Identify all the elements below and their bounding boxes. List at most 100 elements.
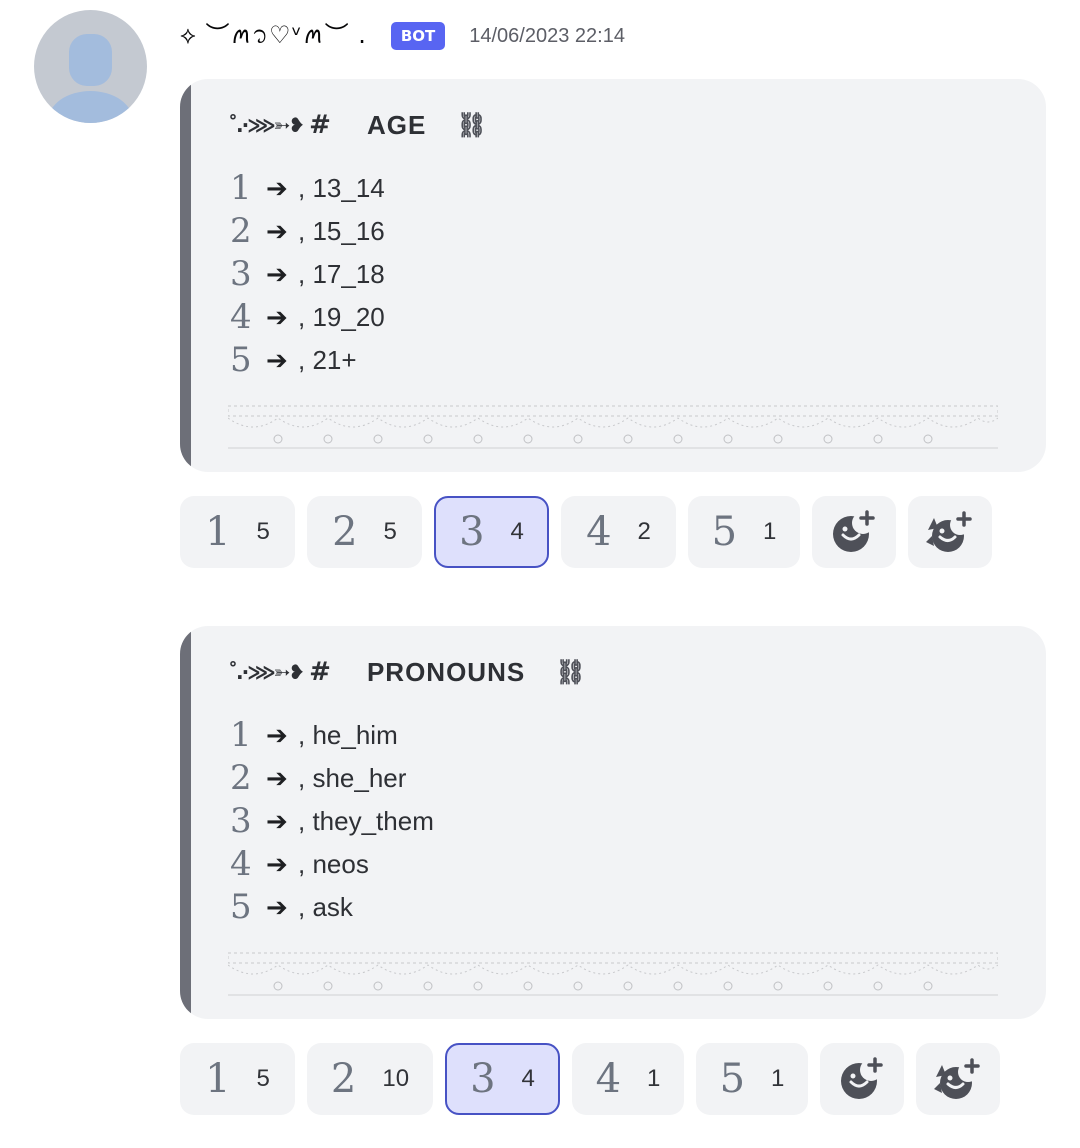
arrow-icon: ➔ (266, 345, 288, 376)
option-number: 1 (230, 168, 252, 208)
option-number: 2 (230, 211, 252, 251)
option-label: , neos (298, 849, 369, 879)
title-hash: # (309, 110, 331, 140)
option-number: 5 (230, 340, 252, 380)
embed-color-bar (180, 626, 191, 1019)
avatar[interactable] (34, 10, 147, 123)
reaction-emoji: 1 (205, 1056, 231, 1102)
reaction-count: 10 (382, 1065, 410, 1092)
reaction-button-1[interactable]: 15 (180, 1043, 295, 1115)
reaction-emoji: 3 (459, 509, 485, 555)
arrow-icon: ➔ (266, 763, 288, 794)
timestamp[interactable]: 14/06/2023 22:14 (469, 25, 625, 48)
reaction-button-5[interactable]: 51 (688, 496, 800, 568)
add-reaction-icon (833, 510, 875, 552)
reaction-emoji: 5 (711, 509, 738, 555)
option-label: , they_them (298, 806, 434, 836)
reaction-emoji: 5 (719, 1056, 746, 1102)
embed-age: ˚.·⋙➳❥ # AGE ⛓ 1 ➔ , 13_14 2 ➔ , 15_16 3 ➔ , 1… (180, 79, 1046, 472)
avatar-body (48, 91, 133, 123)
reaction-button-4[interactable]: 41 (572, 1043, 684, 1115)
add-super-reaction-button[interactable] (916, 1043, 1000, 1115)
option-label: , 15_16 (298, 216, 385, 246)
chain-link-icon: ⛓ (456, 111, 487, 139)
list-item: 5 ➔ , ask (230, 886, 434, 929)
reaction-emoji: 2 (330, 1056, 357, 1102)
option-label: , 13_14 (298, 173, 385, 203)
add-reaction-button[interactable] (820, 1043, 904, 1115)
reaction-button-3[interactable]: 34 (434, 496, 549, 568)
reaction-count: 5 (383, 518, 397, 545)
reaction-emoji: 4 (595, 1056, 622, 1102)
list-item: 3 ➔ , they_them (230, 800, 434, 843)
reaction-count: 5 (256, 1065, 270, 1092)
option-label: , 17_18 (298, 259, 385, 289)
arrow-icon: ➔ (266, 302, 288, 333)
avatar-head (69, 34, 112, 86)
arrow-icon: ➔ (266, 720, 288, 751)
list-item: 1 ➔ , 13_14 (230, 167, 385, 210)
option-label: , 21+ (298, 345, 357, 375)
embed-color-bar (180, 79, 191, 472)
option-label: , 19_20 (298, 302, 385, 332)
arrow-icon: ➔ (266, 173, 288, 204)
option-list: 1 ➔, 13_14 2 ➔, 15_16 3 ➔, 17_18 4 ➔, 19_20 … (230, 167, 385, 382)
reaction-bar: 15 25 34 42 51 (180, 496, 992, 568)
option-number: 4 (230, 844, 252, 884)
reaction-emoji: 2 (332, 509, 358, 555)
title-decoration: ˚.·⋙➳❥ (228, 660, 305, 684)
reaction-button-4[interactable]: 42 (561, 496, 676, 568)
bot-badge: BOT (390, 22, 446, 50)
list-item: 4 ➔ , neos (230, 843, 434, 886)
list-item: 3 ➔ , 17_18 (230, 253, 385, 296)
username[interactable]: ⟡ ︶ꪔ᭡♡ᵛꪔ︶ . (180, 11, 367, 62)
reaction-emoji: 3 (470, 1056, 496, 1102)
embed-title: ˚.·⋙➳❥ # AGE ⛓ (228, 105, 487, 145)
lace-divider-image (228, 952, 998, 996)
option-label: , she_her (298, 763, 407, 793)
option-number: 1 (230, 715, 252, 755)
option-label: , he_him (298, 720, 398, 750)
option-number: 2 (230, 758, 252, 798)
add-super-reaction-button[interactable] (908, 496, 992, 568)
reaction-count: 4 (521, 1065, 535, 1092)
option-number: 5 (230, 887, 252, 927)
option-label: , ask (298, 892, 353, 922)
arrow-icon: ➔ (266, 259, 288, 290)
arrow-icon: ➔ (266, 892, 288, 923)
reaction-button-3[interactable]: 34 (445, 1043, 560, 1115)
arrow-icon: ➔ (266, 216, 288, 247)
reaction-emoji: 1 (205, 509, 231, 555)
reaction-count: 1 (771, 1065, 785, 1092)
reaction-button-1[interactable]: 15 (180, 496, 295, 568)
lace-divider-image (228, 405, 998, 449)
reaction-emoji: 4 (586, 509, 612, 555)
chain-link-icon: ⛓ (555, 658, 586, 686)
embed-pronouns: ˚.·⋙➳❥ # PRONOUNS ⛓ 1 ➔ , he_him 2 ➔ , she_h… (180, 626, 1046, 1019)
reaction-count: 2 (637, 518, 651, 545)
option-list: 1 ➔ , he_him 2 ➔ , she_her 3 ➔ , they_them 4 ➔,… (230, 714, 434, 929)
reaction-button-2[interactable]: 25 (307, 496, 422, 568)
embed-title: ˚.·⋙➳❥ # PRONOUNS ⛓ (228, 652, 586, 692)
reaction-count: 5 (256, 518, 270, 545)
option-number: 3 (230, 801, 252, 841)
arrow-icon: ➔ (266, 849, 288, 880)
reaction-count: 4 (510, 518, 524, 545)
embed-title-text: AGE (366, 109, 427, 140)
title-decoration: ˚.·⋙➳❥ (228, 113, 305, 137)
list-item: 2 ➔ , she_her (230, 757, 434, 800)
option-number: 4 (230, 297, 252, 337)
reaction-button-2[interactable]: 2 10 (307, 1043, 433, 1115)
list-item: 1 ➔ , he_him (230, 714, 434, 757)
add-reaction-button[interactable] (812, 496, 896, 568)
message-header: ⟡ ︶ꪔ᭡♡ᵛꪔ︶ . BOT 14/06/2023 22:14 (180, 18, 625, 54)
option-number: 3 (230, 254, 252, 294)
list-item: 4 ➔ , 19_20 (230, 296, 385, 339)
list-item: 5 ➔ , 21+ (230, 339, 385, 382)
reaction-count: 1 (763, 518, 777, 545)
title-hash: # (309, 657, 331, 687)
reaction-button-5[interactable]: 51 (696, 1043, 808, 1115)
add-reaction-icon (841, 1057, 883, 1099)
list-item: 2 ➔ , 15_16 (230, 210, 385, 253)
reaction-count: 1 (647, 1065, 661, 1092)
